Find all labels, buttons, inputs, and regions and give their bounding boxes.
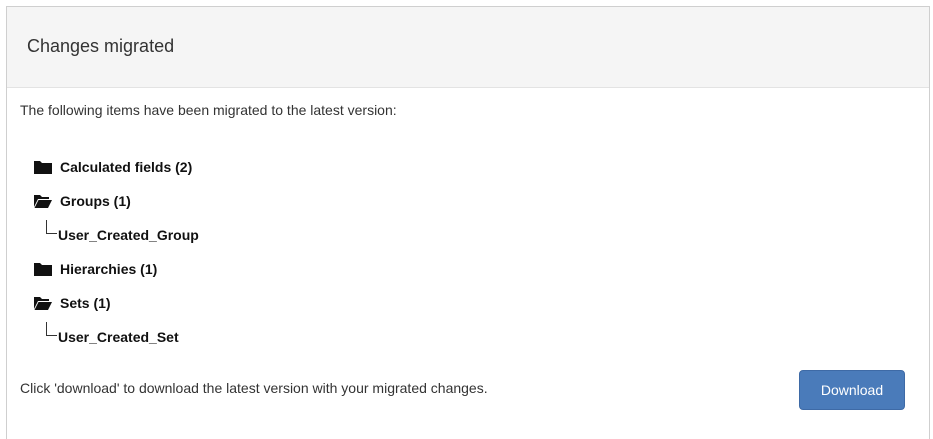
download-button[interactable]: Download (799, 370, 905, 410)
tree-item-label: Hierarchies (1) (60, 261, 158, 277)
tree-item-label: Groups (1) (60, 193, 131, 209)
folder-open-icon (34, 194, 52, 208)
tree-item-sets: Sets (1) (34, 286, 199, 320)
tree-item-label: Calculated fields (2) (60, 159, 193, 175)
tree-item-hierarchies: Hierarchies (1) (34, 252, 199, 286)
tree-child-label: User_Created_Set (58, 329, 179, 345)
dialog-header: Changes migrated (7, 7, 929, 88)
tree-child-user-created-group: User_Created_Group (34, 218, 199, 252)
tree-connector (46, 322, 57, 336)
tree-item-label: Sets (1) (60, 295, 111, 311)
migrated-items-tree: Calculated fields (2) Groups (1) User_Cr… (34, 150, 199, 354)
tree-child-label: User_Created_Group (58, 227, 199, 243)
tree-item-groups: Groups (1) (34, 184, 199, 218)
intro-text: The following items have been migrated t… (20, 102, 397, 118)
tree-child-user-created-set: User_Created_Set (34, 320, 199, 354)
download-instructions: Click 'download' to download the latest … (20, 380, 488, 396)
tree-item-calculated-fields: Calculated fields (2) (34, 150, 199, 184)
folder-open-icon (34, 296, 52, 310)
tree-connector (46, 220, 57, 234)
dialog-title: Changes migrated (27, 35, 175, 56)
folder-closed-icon (34, 262, 52, 276)
folder-closed-icon (34, 160, 52, 174)
